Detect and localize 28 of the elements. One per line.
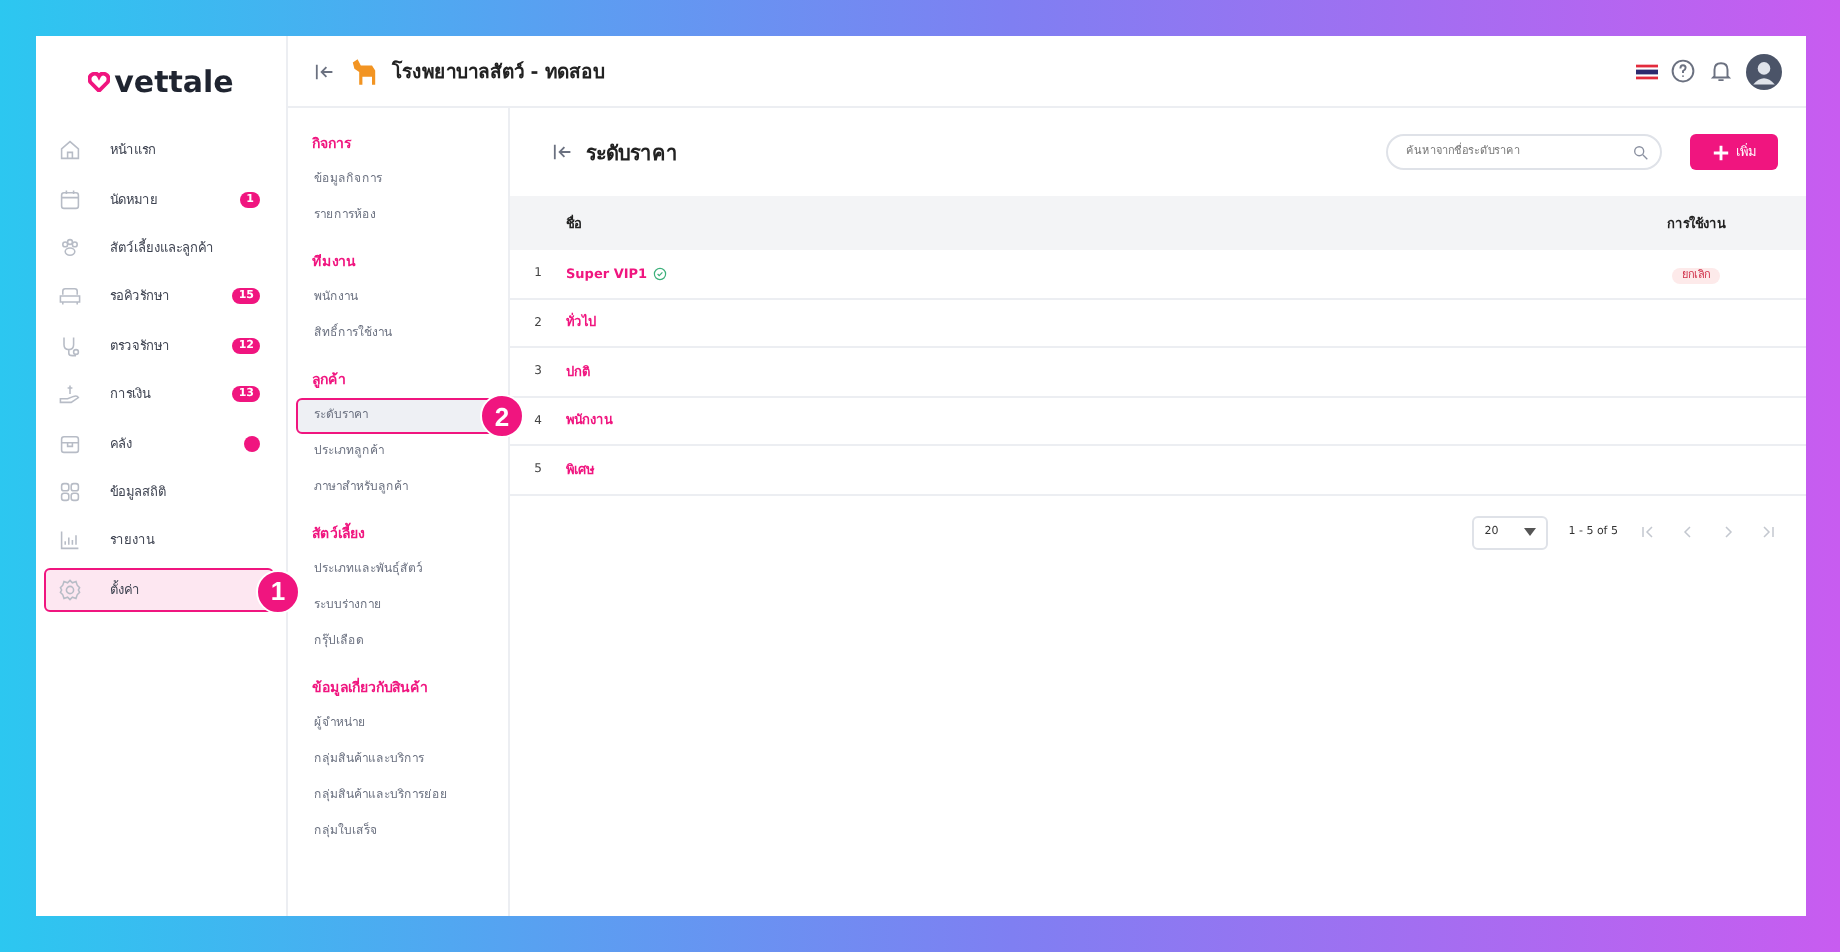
plus-icon	[1712, 143, 1730, 161]
dropdown-caret-icon	[1524, 528, 1537, 536]
hand-icon	[58, 382, 82, 407]
sofa-icon	[58, 284, 82, 309]
help-icon	[1670, 58, 1696, 84]
collapse-icon	[312, 59, 336, 83]
box-icon	[58, 431, 82, 456]
last-page-icon	[1758, 522, 1778, 542]
bell-icon	[1708, 58, 1734, 84]
collapse-icon	[550, 140, 574, 164]
gear-icon	[58, 577, 82, 602]
search-icon	[1632, 143, 1650, 161]
avatar-icon[interactable]	[1746, 53, 1782, 89]
heart-icon	[88, 72, 111, 92]
calendar-icon	[58, 187, 82, 212]
clinic-title: โรงพยาบาลสัตว์ - ทดสอบ	[392, 58, 608, 86]
page-title: ระดับราคา	[586, 141, 680, 167]
callout-marker: 2	[480, 394, 524, 438]
logo-text: vettale	[114, 64, 234, 100]
chart-icon	[58, 528, 82, 553]
grid-icon	[58, 479, 82, 504]
paw-icon	[58, 236, 82, 261]
home-icon	[58, 138, 82, 163]
callout-marker: 1	[256, 569, 300, 614]
dog-icon	[348, 55, 380, 87]
stethoscope-icon	[58, 333, 82, 358]
first-page-icon	[1638, 522, 1658, 542]
flag-icon	[1636, 63, 1658, 79]
